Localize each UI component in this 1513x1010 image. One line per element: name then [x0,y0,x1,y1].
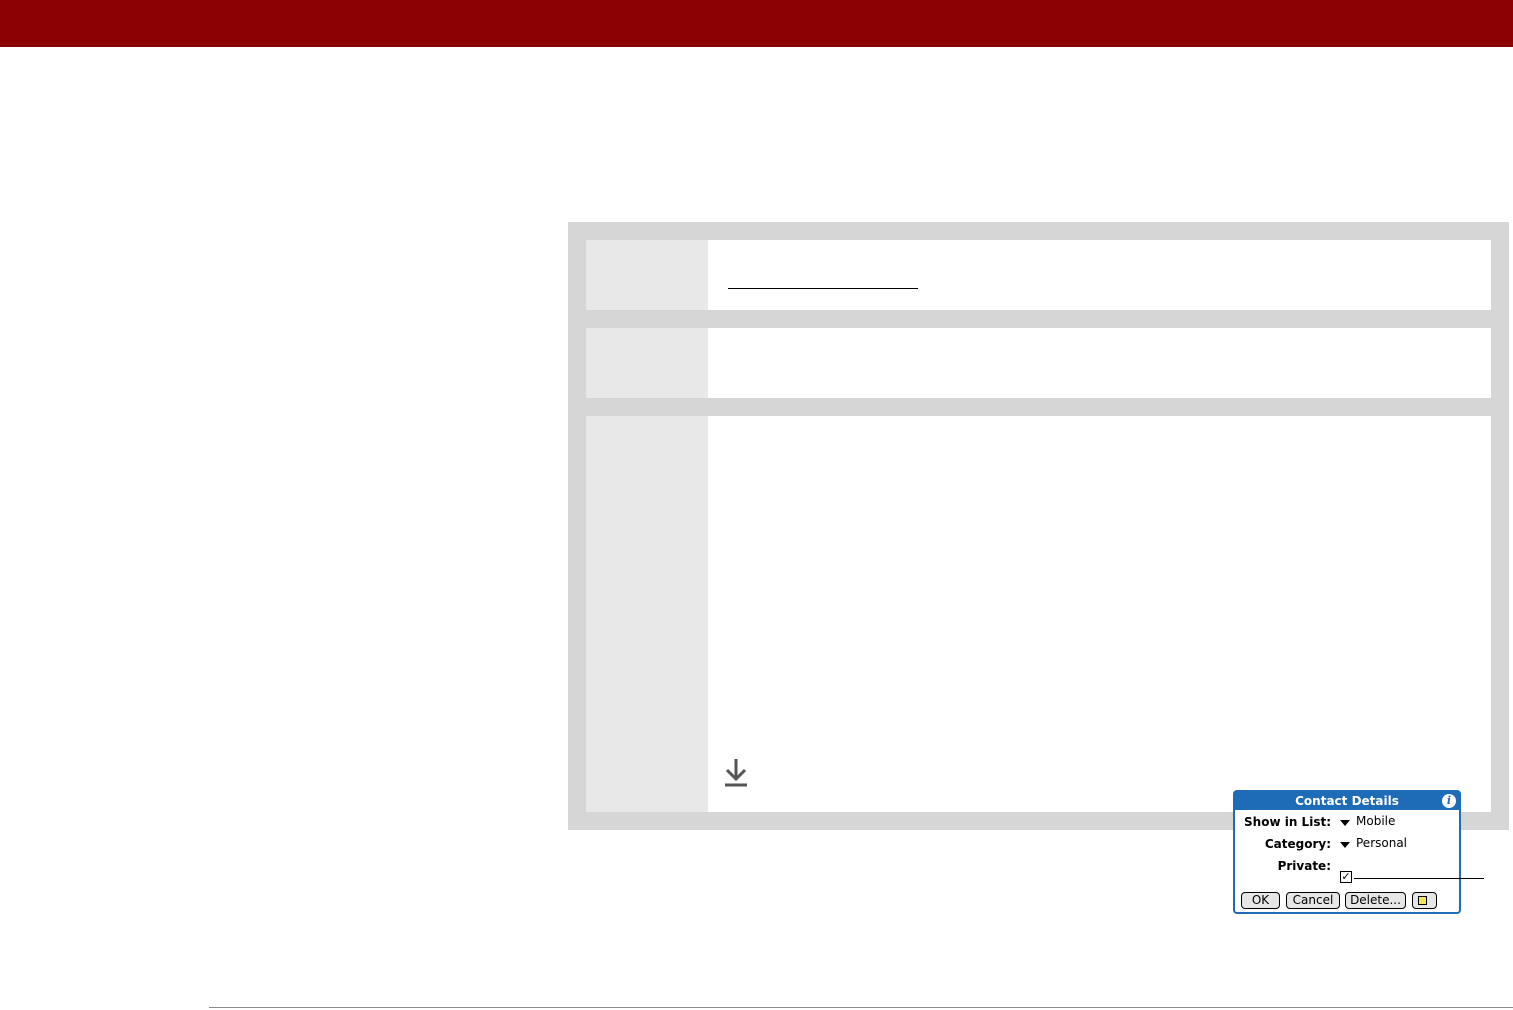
private-checkbox[interactable]: ✓ [1340,871,1352,883]
step-row-2 [586,328,1491,398]
download-arrow-icon [725,759,747,787]
step-row-1 [586,240,1491,310]
step-number-cell-1 [586,240,708,310]
show-in-list-select[interactable]: Mobile [1356,814,1395,829]
info-icon[interactable]: i [1442,794,1456,808]
show-in-list-label: Show in List: [1244,815,1331,829]
step-body-3: Contact Details i Show in List: Mobile C… [708,416,1491,914]
checkmark-icon: ✓ [1341,870,1351,883]
steps-panel: Contact Details i Show in List: Mobile C… [568,222,1509,914]
header-bar [0,0,1513,47]
delete-button[interactable]: Delete... [1345,892,1406,909]
ok-button[interactable]: OK [1241,892,1280,909]
callout-line [1354,878,1484,879]
step-number-cell-2 [586,328,708,398]
contact-details-dialog: Contact Details i Show in List: Mobile C… [1233,790,1484,914]
category-label: Category: [1264,837,1331,851]
dialog-title-bar: Contact Details i [1235,792,1459,810]
step-number-cell-3 [586,416,708,812]
category-select[interactable]: Personal [1356,836,1407,851]
note-icon [1418,896,1427,905]
private-label: Private: [1277,859,1331,873]
step-row-3: Contact Details i Show in List: Mobile C… [586,416,1491,914]
triangle-down-icon[interactable] [1340,820,1350,826]
footer-divider [209,1007,1513,1008]
link-underline[interactable] [728,288,918,289]
note-button[interactable] [1412,892,1437,909]
cancel-button[interactable]: Cancel [1286,892,1340,909]
triangle-down-icon[interactable] [1340,842,1350,848]
step-body-2 [708,328,1491,398]
dialog-title: Contact Details [1295,794,1399,808]
step-body-1 [708,240,1491,310]
